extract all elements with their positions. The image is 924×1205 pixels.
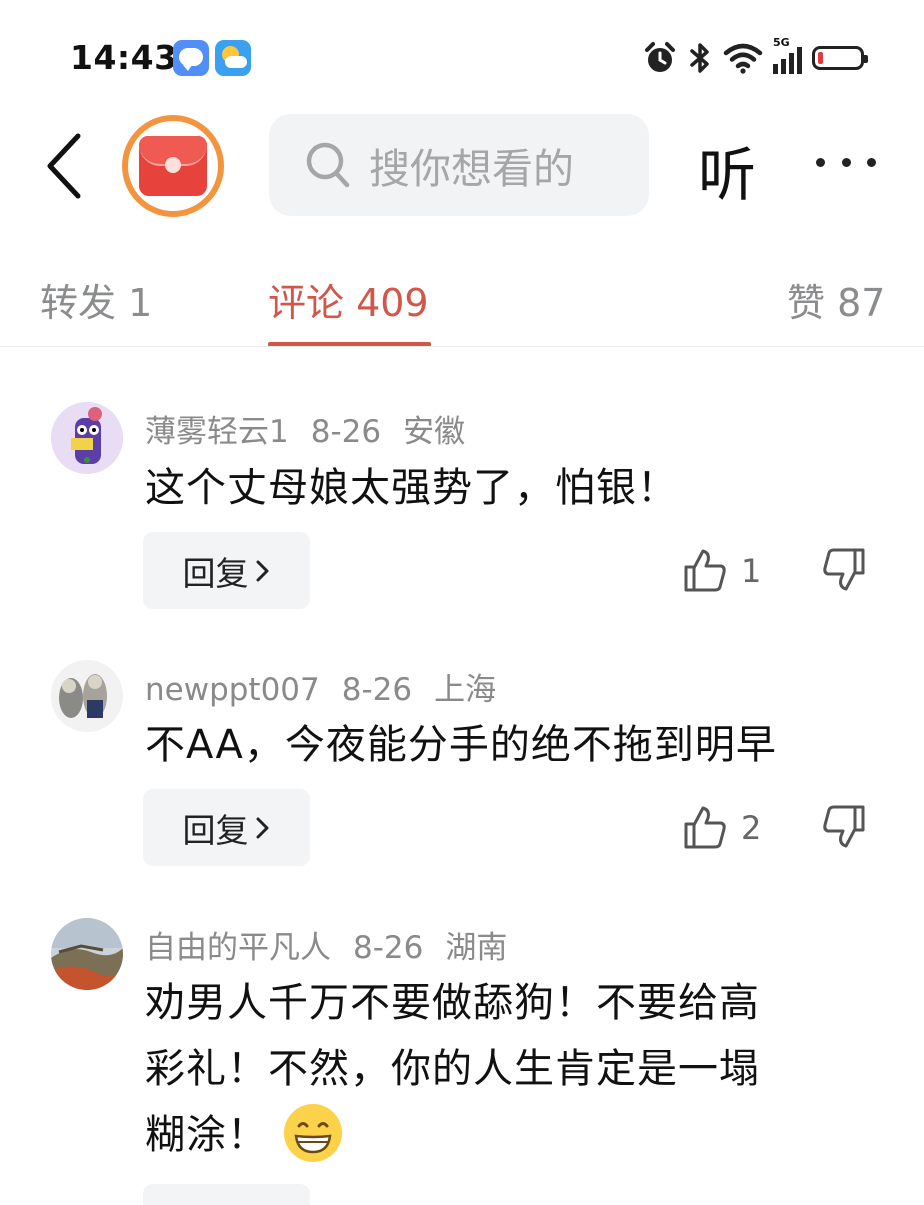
alarm-icon <box>645 42 675 72</box>
thumbs-down-icon <box>823 805 865 848</box>
avatar[interactable] <box>51 918 123 990</box>
comment-location: 上海 <box>434 672 497 708</box>
network-type: 5G <box>773 36 790 49</box>
username[interactable]: 自由的平凡人 <box>145 930 331 966</box>
dot-icon <box>841 158 851 167</box>
comment-text: 这个丈母娘太强势了，怕银！ <box>145 465 678 511</box>
tab-comments[interactable]: 评论 409 <box>268 272 429 327</box>
dislike-button[interactable] <box>822 546 870 596</box>
comment-text: 不AA，今夜能分手的绝不拖到明早 <box>145 722 777 768</box>
comment-date: 8-26 <box>353 930 424 966</box>
comment-text-line: 糊涂！ <box>145 1102 885 1168</box>
comment-meta: 自由的平凡人 8-26 湖南 <box>145 922 507 967</box>
thumbs-up-icon <box>684 549 726 592</box>
avatar[interactable] <box>51 402 123 474</box>
search-icon <box>306 142 350 188</box>
status-icons: 5G <box>643 36 868 78</box>
thumbs-up-icon <box>684 806 726 849</box>
search-placeholder: 搜你想看的 <box>369 145 574 193</box>
comment-date: 8-26 <box>310 414 382 450</box>
comment-text-line-end: 糊涂！ <box>145 1112 268 1158</box>
tab-likes[interactable]: 赞 87 <box>787 272 885 327</box>
bluetooth-icon <box>690 43 709 73</box>
like-button[interactable]: 1 <box>683 546 773 596</box>
weather-app-icon <box>215 40 251 76</box>
thumbs-down-icon <box>823 548 865 591</box>
comment-location: 安徽 <box>403 414 466 450</box>
comment-meta: newppt007 8-26 上海 <box>145 664 496 709</box>
dislike-button[interactable] <box>822 803 870 853</box>
avatar[interactable] <box>51 660 123 732</box>
status-time: 14:43 <box>70 38 178 77</box>
like-count: 1 <box>741 552 762 590</box>
comment-date: 8-26 <box>341 672 413 708</box>
reply-button[interactable]: 回复 <box>143 789 310 866</box>
listen-button[interactable]: 听 <box>698 128 756 212</box>
tab-reposts[interactable]: 转发 1 <box>40 272 152 327</box>
comment-text-line: 劝男人千万不要做舔狗！不要给高 <box>145 980 760 1026</box>
divider <box>0 346 924 347</box>
comment-text-line: 彩礼！不然，你的人生肯定是一塌 <box>145 1046 760 1092</box>
username[interactable]: 薄雾轻云1 <box>145 414 289 450</box>
like-count: 2 <box>741 809 762 847</box>
comment-location: 湖南 <box>445 930 508 966</box>
dot-icon <box>867 158 876 167</box>
search-bar[interactable]: 搜你想看的 <box>269 114 649 216</box>
chevron-left-icon <box>47 133 81 199</box>
grinning-emoji-icon <box>283 1104 342 1162</box>
battery-icon <box>812 46 868 70</box>
username[interactable]: newppt007 <box>145 672 320 708</box>
more-options-button[interactable] <box>816 158 876 170</box>
reply-button[interactable]: 回复 <box>143 532 310 609</box>
dot-icon <box>816 158 825 167</box>
signal-icon: 5G <box>773 36 802 74</box>
red-packet-logo[interactable] <box>122 115 224 217</box>
chevron-right-icon <box>256 817 268 838</box>
comment-meta: 薄雾轻云1 8-26 安徽 <box>145 406 465 451</box>
reply-label: 回复 <box>182 553 249 593</box>
message-app-icon <box>173 40 209 76</box>
back-button[interactable] <box>40 128 100 204</box>
wifi-icon <box>723 43 763 74</box>
reply-label: 回复 <box>182 810 249 850</box>
comment-text: 劝男人千万不要做舔狗！不要给高 彩礼！不然，你的人生肯定是一塌 糊涂！ <box>145 970 885 1168</box>
reply-button[interactable] <box>143 1184 310 1205</box>
like-button[interactable]: 2 <box>683 803 773 853</box>
chevron-right-icon <box>256 560 268 581</box>
